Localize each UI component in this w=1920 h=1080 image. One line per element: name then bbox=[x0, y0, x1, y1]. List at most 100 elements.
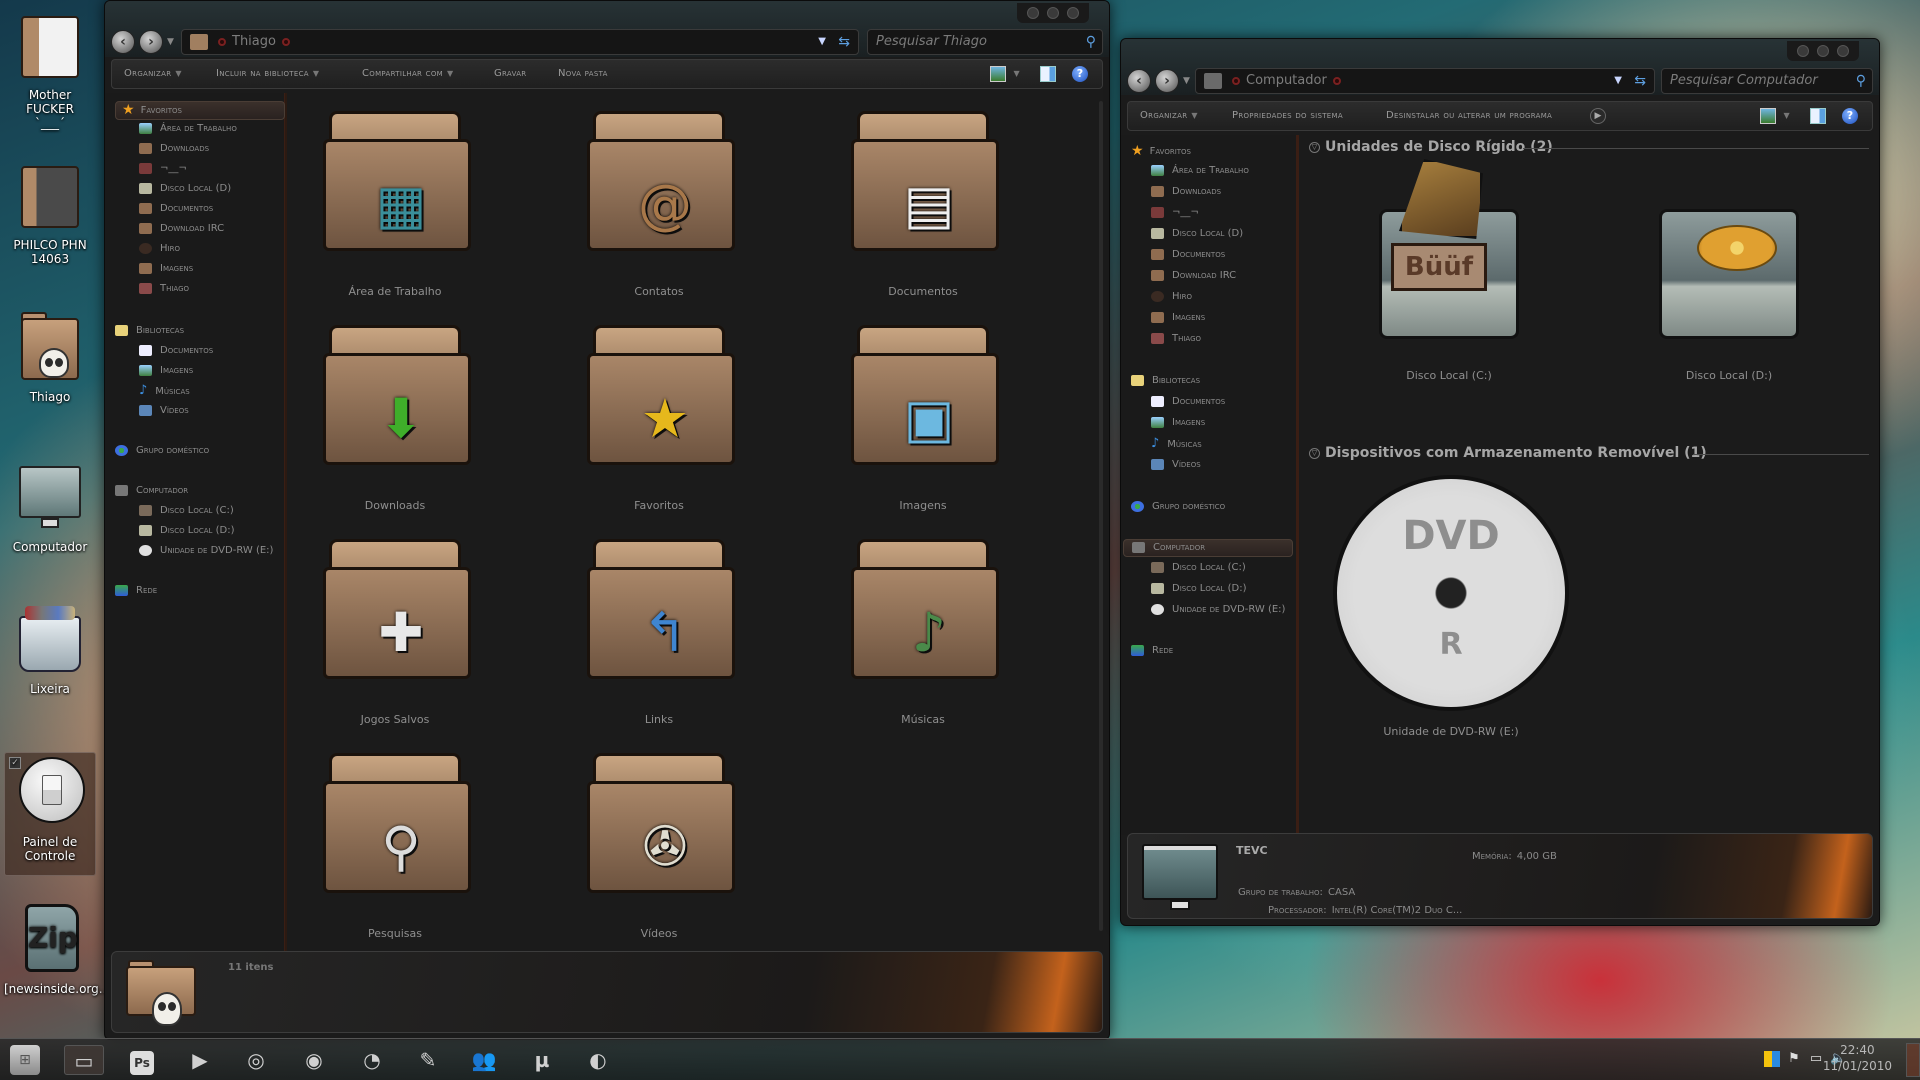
taskbar-pencil-app[interactable]: ✎ bbox=[412, 1045, 444, 1075]
burn-button[interactable]: Gravar bbox=[494, 60, 526, 88]
breadcrumb-computador[interactable]: Computador bbox=[1246, 73, 1327, 88]
file-item-links[interactable]: ↰ Links bbox=[569, 529, 749, 729]
system-properties-button[interactable]: Propriedades do sistema bbox=[1232, 102, 1343, 130]
sidebar-splitter[interactable] bbox=[1297, 135, 1299, 835]
new-folder-button[interactable]: Nova pasta bbox=[558, 60, 608, 88]
nav-item-dvd[interactable]: Unidade de DVD-RW (E:) bbox=[1151, 602, 1285, 618]
nav-item-desktop[interactable]: Área de Trabalho bbox=[1151, 163, 1249, 179]
more-commands-icon[interactable]: ▶ bbox=[1590, 108, 1606, 124]
nav-item-disco-c[interactable]: Disco Local (C:) bbox=[1151, 560, 1246, 576]
nav-item-desktop[interactable]: Área de Trabalho bbox=[139, 121, 237, 137]
file-item-favorites[interactable]: ★ Favoritos bbox=[569, 315, 749, 515]
file-item-pictures[interactable]: ▣ Imagens bbox=[833, 315, 1013, 515]
file-item-contacts[interactable]: @ Contatos bbox=[569, 101, 749, 301]
address-bar[interactable]: Thiago ▼ ⇆ bbox=[181, 29, 859, 55]
nav-favorites[interactable]: ★ Favoritos bbox=[1131, 143, 1191, 160]
show-desktop-button[interactable] bbox=[1906, 1043, 1920, 1077]
nav-item-download-irc[interactable]: Download IRC bbox=[1151, 268, 1236, 284]
desktop-icon-thiago[interactable]: Thiago bbox=[4, 308, 96, 404]
nav-item-lib-documentos[interactable]: Documentos bbox=[139, 343, 213, 359]
nav-homegroup[interactable]: Grupo doméstico bbox=[1131, 499, 1225, 515]
file-item-documents[interactable]: ▤ Documentos bbox=[833, 101, 1013, 301]
nav-item-disco-local-d[interactable]: Disco Local (D) bbox=[139, 181, 231, 197]
help-icon[interactable]: ? bbox=[1072, 66, 1088, 82]
maximize-button[interactable] bbox=[1817, 45, 1829, 57]
nav-item-hiro[interactable]: Hiro bbox=[139, 241, 180, 257]
nav-item-lib-musicas[interactable]: ♪ Músicas bbox=[1151, 436, 1202, 453]
system-clock[interactable]: 22:40 11/01/2010 bbox=[1823, 1042, 1892, 1074]
breadcrumb-separator-icon[interactable] bbox=[1332, 76, 1341, 85]
desktop-icon-lixeira[interactable]: Lixeira bbox=[4, 600, 96, 696]
file-item-saved-games[interactable]: ✚ Jogos Salvos bbox=[305, 529, 485, 729]
nav-item-disco-local-d[interactable]: Disco Local (D) bbox=[1151, 226, 1243, 242]
taskbar-graphics-app[interactable]: ◔ bbox=[356, 1045, 388, 1075]
file-item-downloads[interactable]: ⬇ Downloads bbox=[305, 315, 485, 515]
maximize-button[interactable] bbox=[1047, 7, 1059, 19]
back-button[interactable]: ‹ bbox=[111, 30, 135, 54]
taskbar-firefox[interactable]: ◉ bbox=[298, 1045, 330, 1075]
nav-item-download-irc[interactable]: Download IRC bbox=[139, 221, 224, 237]
vertical-scrollbar[interactable] bbox=[1099, 101, 1103, 931]
nav-computer[interactable]: Computador bbox=[1123, 539, 1293, 557]
minimize-button[interactable] bbox=[1797, 45, 1809, 57]
nav-network[interactable]: Rede bbox=[1131, 643, 1173, 659]
address-history-dropdown[interactable]: ▼ bbox=[1614, 69, 1622, 93]
refresh-icon[interactable]: ⇆ bbox=[838, 30, 850, 54]
section-header-hard-drives[interactable]: ▽ Unidades de Disco Rígido (2) bbox=[1309, 139, 1553, 155]
taskbar-explorer[interactable]: ▭ bbox=[64, 1045, 104, 1075]
help-icon[interactable]: ? bbox=[1842, 108, 1858, 124]
back-button[interactable]: ‹ bbox=[1127, 69, 1151, 93]
nav-item-smiley[interactable]: ¬__¬ bbox=[139, 161, 187, 177]
uninstall-program-button[interactable]: Desinstalar ou alterar um programa bbox=[1386, 102, 1552, 130]
nav-libraries[interactable]: Bibliotecas bbox=[1131, 373, 1200, 389]
nav-libraries[interactable]: Bibliotecas bbox=[115, 323, 184, 339]
windows-flag-tray-icon[interactable] bbox=[1764, 1051, 1780, 1067]
desktop-icon-philco[interactable]: PHILCO PHN 14063 bbox=[4, 156, 96, 266]
network-tray-icon[interactable]: ▭ bbox=[1808, 1051, 1824, 1067]
close-button[interactable] bbox=[1837, 45, 1849, 57]
forward-button[interactable]: › bbox=[1155, 69, 1179, 93]
forward-button[interactable]: › bbox=[139, 30, 163, 54]
taskbar-steam[interactable]: ◐ bbox=[582, 1045, 614, 1075]
breadcrumb-separator-icon[interactable] bbox=[218, 37, 226, 46]
nav-item-disco-d[interactable]: Disco Local (D:) bbox=[139, 523, 235, 539]
drive-item-c[interactable]: Büüf Disco Local (C:) bbox=[1349, 159, 1549, 382]
search-input[interactable]: Pesquisar Thiago ⚲ bbox=[867, 29, 1103, 55]
nav-item-lib-documentos[interactable]: Documentos bbox=[1151, 394, 1225, 410]
close-button[interactable] bbox=[1067, 7, 1079, 19]
nav-item-disco-d[interactable]: Disco Local (D:) bbox=[1151, 581, 1247, 597]
desktop-icon-mother-fucker[interactable]: Mother FUCKER `___´ bbox=[4, 6, 96, 130]
recent-pages-dropdown[interactable]: ▼ bbox=[167, 37, 174, 47]
nav-item-smiley[interactable]: ¬__¬ bbox=[1151, 205, 1199, 221]
file-item-music[interactable]: ♪ Músicas bbox=[833, 529, 1013, 729]
desktop-icon-zip-file[interactable]: Zip [newsinside.org... bbox=[4, 900, 110, 996]
search-icon[interactable]: ⚲ bbox=[1086, 30, 1096, 54]
sidebar-splitter[interactable] bbox=[285, 93, 287, 957]
taskbar-messenger[interactable]: 👥 bbox=[468, 1045, 500, 1075]
breadcrumb-thiago[interactable]: Thiago bbox=[232, 34, 276, 49]
organize-menu[interactable]: Organizar ▼ bbox=[1140, 102, 1198, 130]
view-options-dropdown[interactable]: ▼ bbox=[1010, 60, 1020, 88]
desktop-icon-computador[interactable]: Computador bbox=[4, 458, 96, 554]
search-icon[interactable]: ⚲ bbox=[1856, 69, 1866, 93]
nav-item-lib-musicas[interactable]: ♪ Músicas bbox=[139, 383, 190, 400]
preview-pane-icon[interactable] bbox=[1040, 66, 1056, 82]
breadcrumb-separator-icon[interactable] bbox=[1232, 76, 1240, 85]
start-button[interactable]: ⊞ bbox=[10, 1045, 40, 1075]
nav-item-dvd[interactable]: Unidade de DVD-RW (E:) bbox=[139, 543, 273, 559]
nav-item-documentos[interactable]: Documentos bbox=[139, 201, 213, 217]
drive-item-dvd[interactable]: DVD R Unidade de DVD-RW (E:) bbox=[1333, 475, 1569, 745]
nav-item-lib-imagens[interactable]: Imagens bbox=[1151, 415, 1205, 431]
section-header-removable[interactable]: ▽ Dispositivos com Armazenamento Removíve… bbox=[1309, 445, 1707, 461]
taskbar-chrome[interactable]: ◎ bbox=[240, 1045, 272, 1075]
include-in-library-menu[interactable]: Incluir na biblioteca ▼ bbox=[216, 60, 319, 88]
organize-menu[interactable]: Organizar ▼ bbox=[124, 60, 182, 88]
search-input[interactable]: Pesquisar Computador ⚲ bbox=[1661, 68, 1873, 94]
nav-item-downloads[interactable]: Downloads bbox=[1151, 184, 1221, 200]
nav-item-lib-videos[interactable]: Vídeos bbox=[139, 403, 189, 419]
nav-homegroup[interactable]: Grupo doméstico bbox=[115, 443, 209, 459]
nav-item-imagens[interactable]: Imagens bbox=[139, 261, 193, 277]
nav-item-imagens[interactable]: Imagens bbox=[1151, 310, 1205, 326]
nav-item-hiro[interactable]: Hiro bbox=[1151, 289, 1192, 305]
refresh-icon[interactable]: ⇆ bbox=[1634, 69, 1646, 93]
